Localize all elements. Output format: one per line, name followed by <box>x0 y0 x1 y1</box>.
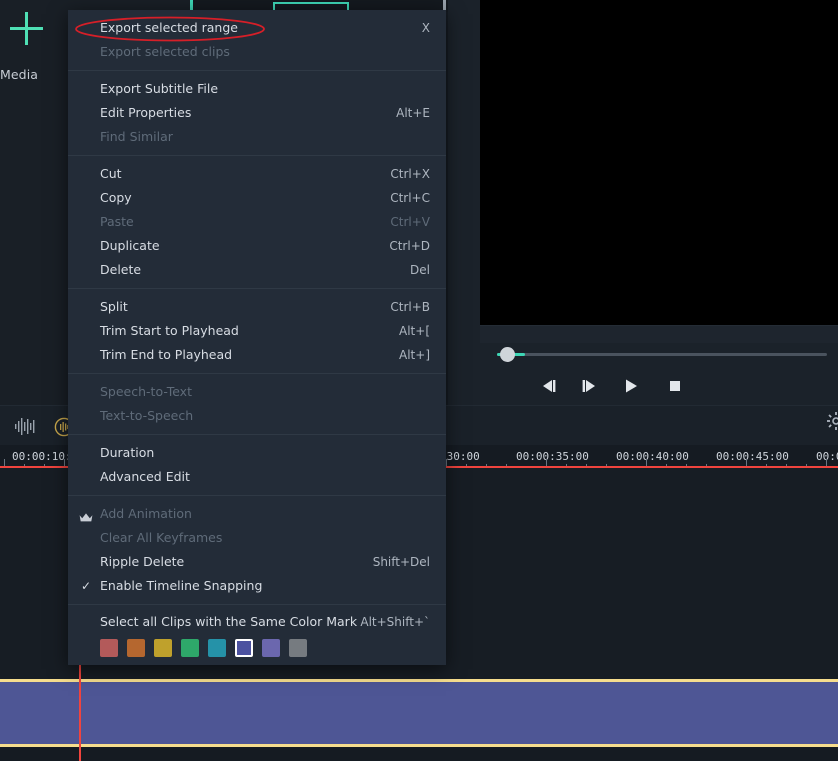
menu-item-shortcut: Ctrl+C <box>390 191 430 205</box>
menu-item-shortcut: X <box>421 21 430 35</box>
playback-controls <box>480 366 838 405</box>
menu-item-label: Duplicate <box>100 238 160 253</box>
menu-item-label: Enable Timeline Snapping <box>100 578 263 593</box>
menu-item-select-same-color-mark[interactable]: Select all Clips with the Same Color Mar… <box>68 611 446 633</box>
menu-item-shortcut: Alt+E <box>396 106 430 120</box>
menu-item-speech-to-text: Speech-to-Text <box>68 380 446 404</box>
menu-separator <box>68 434 446 435</box>
media-panel-label: Media <box>0 67 39 82</box>
menu-separator <box>68 373 446 374</box>
crown-icon <box>79 507 93 522</box>
menu-separator <box>68 70 446 71</box>
ruler-label: 00:00:45:00 <box>716 450 789 463</box>
video-canvas[interactable] <box>480 0 838 325</box>
menu-item-cut[interactable]: Cut Ctrl+X <box>68 162 446 186</box>
color-swatch-blue[interactable] <box>235 639 253 657</box>
menu-item-paste: Paste Ctrl+V <box>68 210 446 234</box>
menu-item-shortcut: Alt+] <box>399 348 430 362</box>
menu-item-label: Trim Start to Playhead <box>100 323 239 338</box>
color-swatch-teal[interactable] <box>208 639 226 657</box>
color-swatch-green[interactable] <box>181 639 199 657</box>
menu-item-clear-all-keyframes: Clear All Keyframes <box>68 526 446 550</box>
menu-item-split[interactable]: Split Ctrl+B <box>68 295 446 319</box>
ruler-label: 00:00:40:00 <box>616 450 689 463</box>
menu-item-trim-end-to-playhead[interactable]: Trim End to Playhead Alt+] <box>68 343 446 367</box>
menu-item-text-to-speech: Text-to-Speech <box>68 404 446 428</box>
color-swatch-yellow[interactable] <box>154 639 172 657</box>
menu-item-label: Ripple Delete <box>100 554 185 569</box>
menu-item-label: Paste <box>100 214 134 229</box>
menu-item-label: Delete <box>100 262 142 277</box>
menu-item-label: Split <box>100 299 128 314</box>
menu-item-label: Add Animation <box>100 506 192 521</box>
step-back-button[interactable] <box>540 378 558 394</box>
clip-context-menu[interactable]: Export selected range X Export selected … <box>68 10 446 665</box>
menu-item-label: Edit Properties <box>100 105 192 120</box>
top-clip-bracket-top <box>273 2 349 4</box>
check-icon: ✓ <box>81 579 92 593</box>
menu-item-ripple-delete[interactable]: Ripple Delete Shift+Del <box>68 550 446 574</box>
menu-item-shortcut: Ctrl+X <box>390 167 430 181</box>
color-mark-shortcut: Alt+Shift+` <box>360 615 430 629</box>
menu-separator <box>68 495 446 496</box>
menu-item-label: Advanced Edit <box>100 469 190 484</box>
timeline-clip-selected[interactable] <box>0 679 838 747</box>
audio-waveform-icon[interactable] <box>15 418 37 435</box>
menu-item-label: Export selected clips <box>100 44 230 59</box>
step-forward-button[interactable] <box>580 378 598 394</box>
menu-item-shortcut: Del <box>410 263 430 277</box>
menu-item-duration[interactable]: Duration <box>68 441 446 465</box>
menu-item-label: Export selected range <box>100 20 238 35</box>
menu-item-shortcut: Ctrl+B <box>390 300 430 314</box>
menu-item-advanced-edit[interactable]: Advanced Edit <box>68 465 446 489</box>
menu-item-copy[interactable]: Copy Ctrl+C <box>68 186 446 210</box>
menu-item-shortcut: Alt+[ <box>399 324 430 338</box>
stop-button[interactable] <box>666 378 684 394</box>
color-mark-swatch-list <box>68 633 446 657</box>
menu-item-label: Copy <box>100 190 132 205</box>
menu-item-find-similar: Find Similar <box>68 125 446 149</box>
menu-item-label: Clear All Keyframes <box>100 530 223 545</box>
preview-panel <box>448 0 838 405</box>
color-swatch-red[interactable] <box>100 639 118 657</box>
color-swatch-gray[interactable] <box>289 639 307 657</box>
menu-item-edit-properties[interactable]: Edit Properties Alt+E <box>68 101 446 125</box>
menu-item-label: Trim End to Playhead <box>100 347 233 362</box>
menu-item-shortcut-ripple: Shift+Del <box>372 555 430 569</box>
video-editor-window: Media 00:00:10:0:30:00 00:00:35:00 00:0… <box>0 0 838 761</box>
menu-item-shortcut: Ctrl+V <box>390 215 430 229</box>
playback-scrubber-row <box>480 343 838 365</box>
menu-separator <box>68 155 446 156</box>
color-swatch-purple[interactable] <box>262 639 280 657</box>
menu-separator <box>68 288 446 289</box>
menu-item-trim-start-to-playhead[interactable]: Trim Start to Playhead Alt+[ <box>68 319 446 343</box>
menu-item-export-selected-range[interactable]: Export selected range X <box>68 16 446 40</box>
playback-scrubber-track[interactable] <box>497 353 827 356</box>
menu-item-label: Speech-to-Text <box>100 384 192 399</box>
menu-item-label: Text-to-Speech <box>100 408 194 423</box>
timeline-settings-gear-icon[interactable] <box>827 412 838 430</box>
playback-scrubber-handle[interactable] <box>500 347 515 362</box>
menu-item-label: Export Subtitle File <box>100 81 219 96</box>
add-media-icon[interactable] <box>8 10 44 46</box>
preview-toolbar <box>480 325 838 344</box>
color-swatch-orange[interactable] <box>127 639 145 657</box>
menu-item-export-selected-clips: Export selected clips <box>68 40 446 64</box>
menu-item-duplicate[interactable]: Duplicate Ctrl+D <box>68 234 446 258</box>
menu-separator <box>68 604 446 605</box>
color-mark-label: Select all Clips with the Same Color Mar… <box>100 614 358 629</box>
menu-item-label: Cut <box>100 166 122 181</box>
ruler-label: 00:0 <box>816 450 838 463</box>
menu-item-shortcut: Ctrl+D <box>389 239 430 253</box>
menu-item-label: Duration <box>100 445 155 460</box>
menu-item-export-subtitle-file[interactable]: Export Subtitle File <box>68 77 446 101</box>
menu-item-enable-timeline-snapping[interactable]: ✓ Enable Timeline Snapping <box>68 574 446 598</box>
menu-item-label: Find Similar <box>100 129 173 144</box>
ruler-label: 00:00:35:00 <box>516 450 589 463</box>
menu-item-add-animation: Add Animation <box>68 502 446 526</box>
menu-item-delete[interactable]: Delete Del <box>68 258 446 282</box>
play-button[interactable] <box>622 378 640 394</box>
